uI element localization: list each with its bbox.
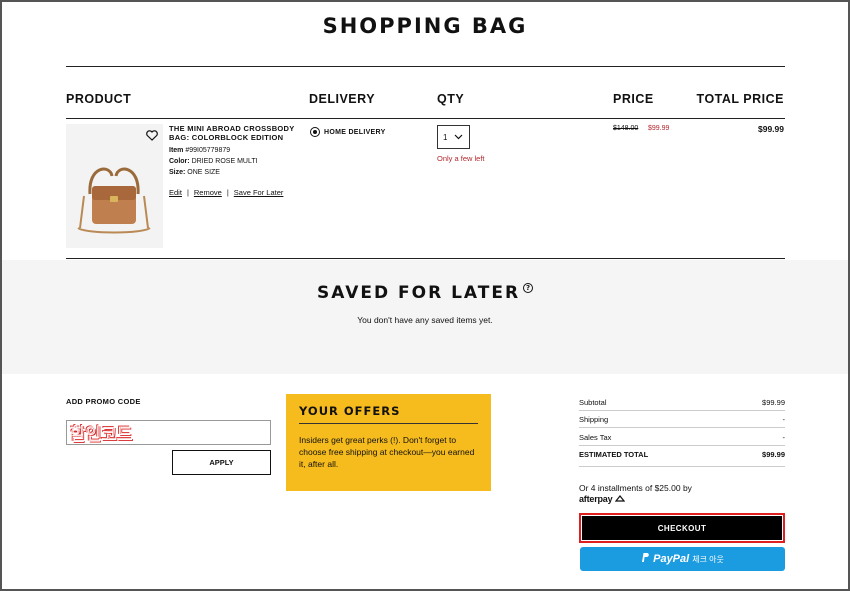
afterpay-logo[interactable]: afterpay: [579, 494, 613, 504]
divider: [579, 466, 785, 467]
divider: [579, 427, 785, 428]
saved-empty-message: You don't have any saved items yet.: [357, 315, 493, 325]
product-name[interactable]: THE MINI ABROAD CROSSBODY BAG: COLORBLOC…: [169, 124, 304, 142]
sale-price: $99.99: [648, 125, 670, 132]
paypal-icon: [641, 550, 650, 568]
edit-link[interactable]: Edit: [169, 188, 182, 197]
saved-for-later-title: SAVED FOR LATER?: [0, 283, 850, 303]
promo-code-input[interactable]: [66, 420, 271, 445]
afterpay-icon: [614, 494, 626, 504]
save-for-later-link[interactable]: Save For Later: [234, 188, 284, 197]
page-title: SHOPPING BAG: [322, 14, 528, 38]
quantity-select[interactable]: 1: [437, 125, 470, 149]
installments-note: Or 4 installments of $25.00 by afterpay: [579, 483, 692, 504]
divider: [579, 410, 785, 411]
line-total: $99.99: [758, 124, 784, 134]
chevron-down-icon: [454, 133, 463, 142]
divider: [66, 258, 785, 259]
product-item-number: Item #99I05779879: [169, 147, 231, 154]
promo-code-label: ADD PROMO CODE: [66, 397, 141, 406]
item-actions: Edit | Remove | Save For Later: [169, 188, 284, 197]
column-header-total-price: TOTAL PRICE: [696, 92, 784, 106]
summary-row-subtotal: Subtotal $99.99: [579, 398, 785, 407]
home-delivery-radio[interactable]: [310, 127, 320, 137]
summary-row-estimated-total: ESTIMATED TOTAL $99.99: [579, 450, 785, 459]
offers-title: YOUR OFFERS: [299, 404, 478, 424]
column-header-delivery: DELIVERY: [309, 92, 376, 106]
divider: [66, 118, 785, 119]
checkout-button[interactable]: CHECKOUT: [582, 516, 782, 540]
help-icon[interactable]: ?: [523, 283, 534, 293]
divider: [66, 66, 785, 67]
apply-button[interactable]: APPLY: [172, 450, 271, 475]
quantity-value: 1: [443, 132, 448, 142]
summary-row-sales-tax: Sales Tax -: [579, 433, 785, 442]
column-header-product: PRODUCT: [66, 92, 132, 106]
product-color: Color: DRIED ROSE MULTI: [169, 158, 258, 165]
home-delivery-label[interactable]: HOME DELIVERY: [324, 129, 386, 136]
product-size: Size: ONE SIZE: [169, 169, 220, 176]
original-price: $148.00: [613, 125, 639, 132]
divider: [579, 445, 785, 446]
column-header-qty: QTY: [437, 92, 465, 106]
offers-body: Insiders get great perks (!). Don't forg…: [299, 435, 475, 469]
heart-icon[interactable]: [146, 128, 158, 146]
summary-row-shipping: Shipping -: [579, 415, 785, 424]
column-header-price: PRICE: [613, 92, 654, 106]
paypal-checkout-button[interactable]: PayPal 체크 아웃: [580, 547, 785, 571]
remove-link[interactable]: Remove: [194, 188, 222, 197]
paypal-label: PayPal: [653, 553, 690, 565]
stock-note: Only a few left: [437, 154, 485, 163]
offers-panel: YOUR OFFERS Insiders get great perks (!)…: [286, 394, 491, 491]
paypal-checkout-label: 체크 아웃: [692, 554, 724, 564]
